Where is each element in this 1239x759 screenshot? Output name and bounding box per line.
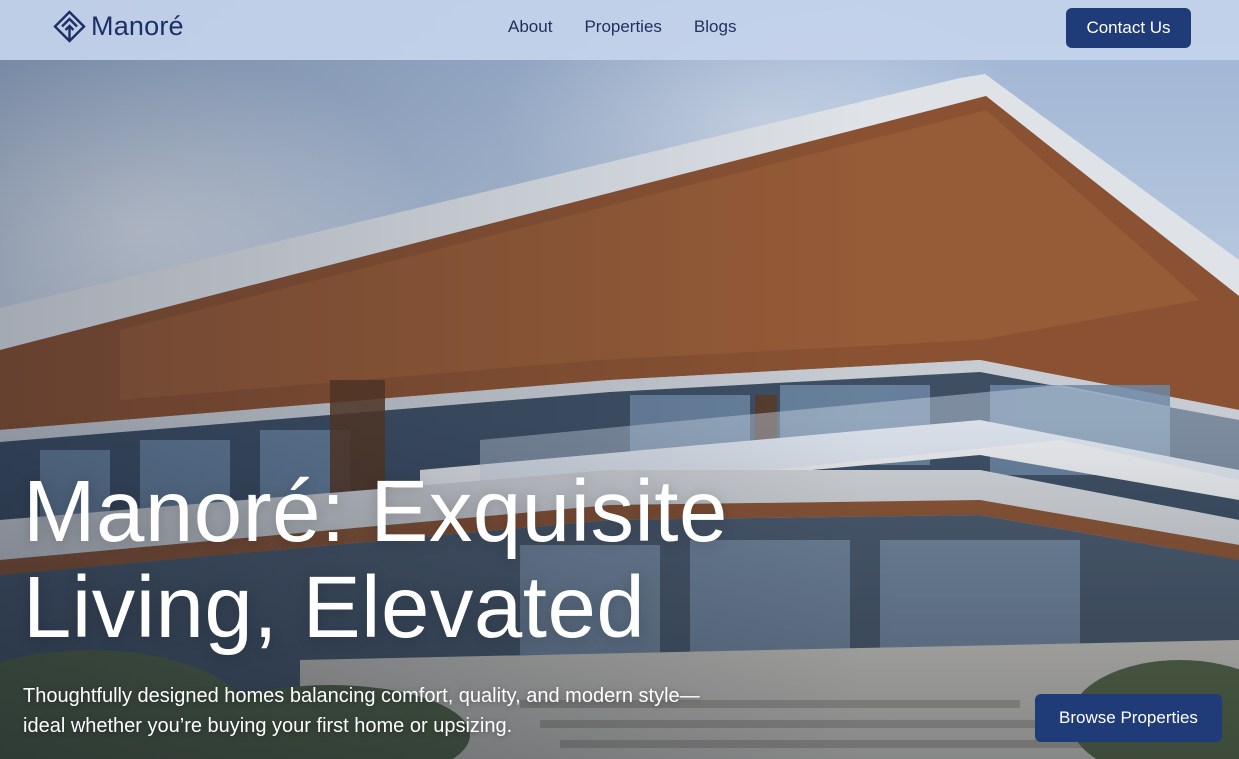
site-header: Manoré About Properties Blogs Contact Us [0, 0, 1239, 60]
hero-subtitle-line-2: ideal whether you’re buying your first h… [23, 715, 513, 737]
nav-link-about[interactable]: About [492, 17, 568, 37]
brand-logo-link[interactable]: Manoré [53, 9, 184, 43]
hero-title: Manoré: Exquisite Living, Elevated [23, 464, 823, 656]
hero-subtitle-line-1: Thoughtfully designed homes balancing co… [23, 685, 700, 707]
nav-link-properties[interactable]: Properties [568, 17, 677, 37]
hero-section: Manoré: Exquisite Living, Elevated Thoug… [0, 0, 1239, 759]
nav-link-blogs[interactable]: Blogs [678, 17, 753, 37]
hero-title-line-1: Manoré: Exquisite [23, 463, 728, 560]
hero-title-line-2: Living, Elevated [23, 559, 646, 656]
browse-properties-button[interactable]: Browse Properties [1035, 694, 1222, 742]
contact-us-button[interactable]: Contact Us [1066, 8, 1191, 48]
diamond-logo-icon [53, 9, 86, 43]
brand-name: Manoré [91, 10, 184, 41]
hero-subtitle: Thoughtfully designed homes balancing co… [23, 681, 753, 741]
main-nav: About Properties Blogs [492, 0, 752, 54]
